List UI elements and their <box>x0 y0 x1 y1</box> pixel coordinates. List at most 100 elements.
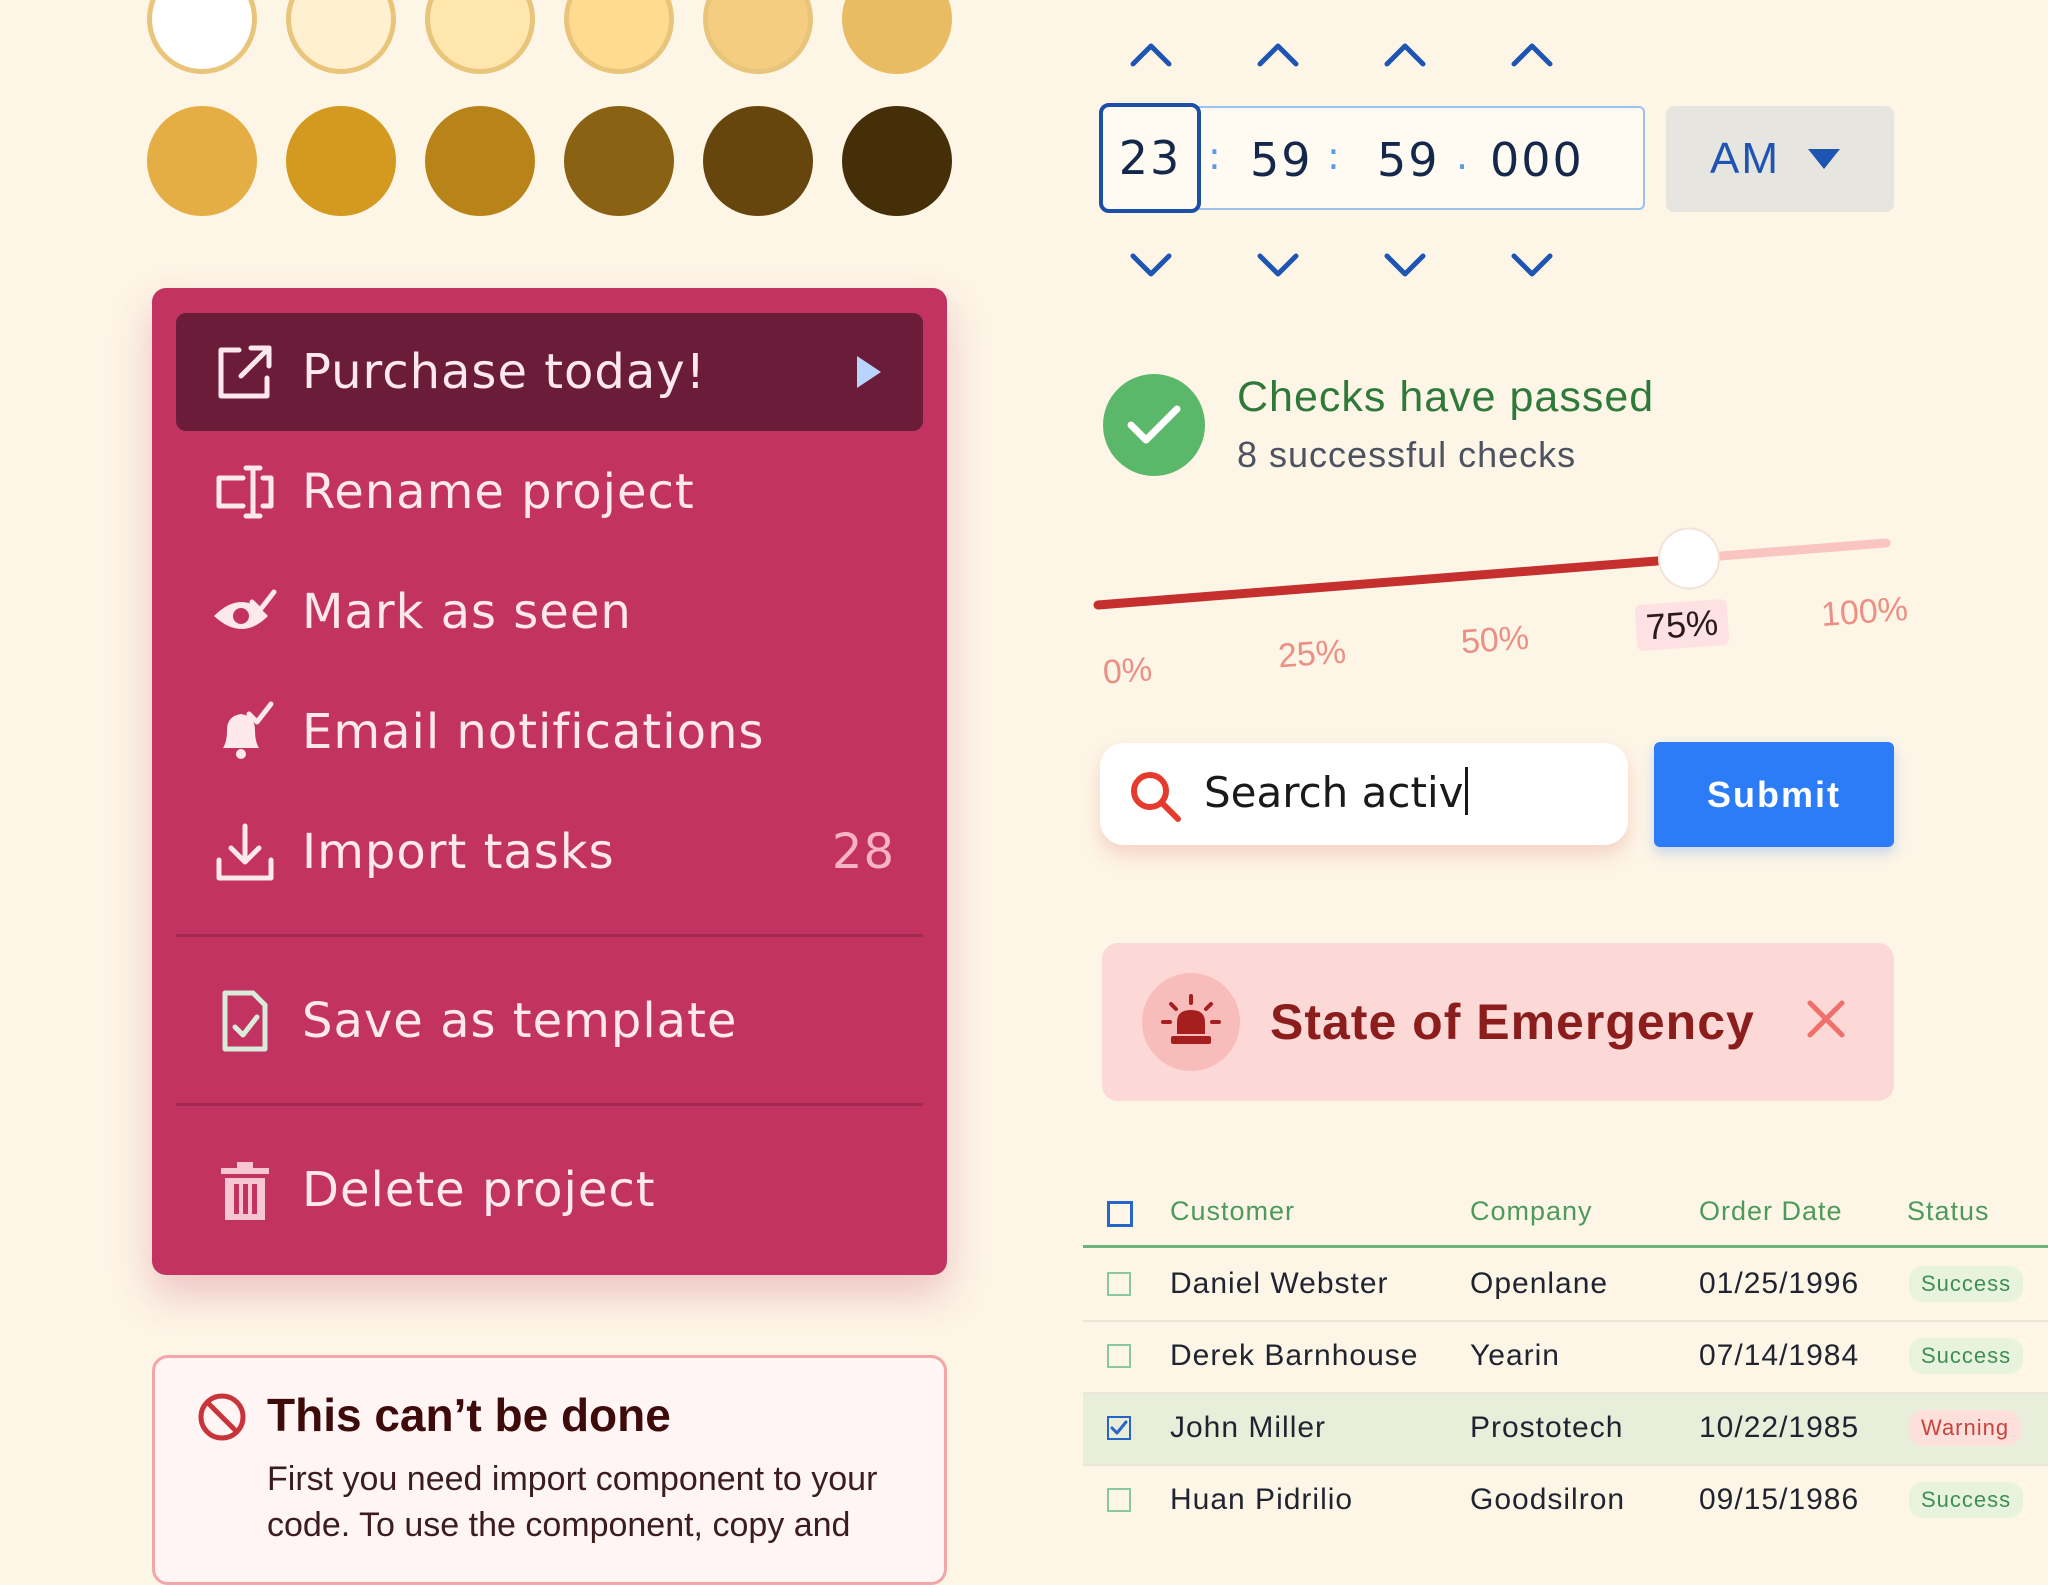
eye-check-icon <box>210 577 280 647</box>
column-header-status[interactable]: Status <box>1907 1196 1990 1227</box>
menu-item-label: Delete project <box>302 1162 656 1218</box>
swatch-10[interactable] <box>564 106 674 216</box>
company-cell: Yearin <box>1470 1339 1560 1372</box>
minute-up-arrow-icon[interactable] <box>1248 30 1308 80</box>
row-checkbox[interactable] <box>1107 1272 1131 1296</box>
menu-item-label: Mark as seen <box>302 584 632 640</box>
text-caret <box>1465 767 1469 815</box>
minute-field[interactable]: 59 <box>1250 133 1313 187</box>
search-field-text: Search activ <box>1204 767 1469 817</box>
minute-down-arrow-icon[interactable] <box>1248 240 1308 290</box>
menu-divider <box>176 1103 923 1106</box>
menu-item-delete-project[interactable]: Delete project <box>176 1131 923 1249</box>
company-cell: Openlane <box>1470 1267 1609 1300</box>
menu-item-mark-seen[interactable]: Mark as seen <box>176 553 923 671</box>
row-checkbox[interactable] <box>1107 1488 1131 1512</box>
column-header-order-date[interactable]: Order Date <box>1699 1196 1843 1227</box>
menu-item-rename[interactable]: Rename project <box>176 433 923 551</box>
table-row-selected[interactable]: John Miller Prostotech 10/22/1985 Warnin… <box>1083 1394 2048 1466</box>
context-menu: Purchase today! Rename project Mark as s… <box>152 288 947 1275</box>
emergency-alert: State of Emergency <box>1102 943 1894 1101</box>
swatch-11[interactable] <box>703 106 813 216</box>
row-checkbox-checked[interactable] <box>1107 1416 1131 1440</box>
swatch-4[interactable] <box>564 0 674 74</box>
swatch-9[interactable] <box>425 106 535 216</box>
swatch-12[interactable] <box>842 106 952 216</box>
hour-down-arrow-icon[interactable] <box>1121 240 1181 290</box>
swatch-5[interactable] <box>703 0 813 74</box>
customer-cell: Daniel Webster <box>1170 1267 1389 1300</box>
slider-label-75: 75% <box>1644 601 1720 648</box>
status-badge: Success <box>1909 1482 2024 1518</box>
am-pm-select[interactable]: AM <box>1666 106 1894 212</box>
slider-handle[interactable] <box>1658 527 1720 590</box>
search-icon <box>1128 769 1184 830</box>
file-check-icon <box>210 986 280 1056</box>
table-row[interactable]: Huan Pidrilio Goodsilron 09/15/1986 Succ… <box>1083 1466 2048 1538</box>
menu-item-label: Email notifications <box>302 704 765 760</box>
millisecond-up-arrow-icon[interactable] <box>1502 30 1562 80</box>
checks-subtitle: 8 successful checks <box>1237 434 1577 475</box>
task-count: 28 <box>831 824 895 880</box>
customer-cell: Derek Barnhouse <box>1170 1339 1419 1372</box>
slider-value-bubble: 75% <box>1634 598 1730 652</box>
error-title: This can’t be done <box>267 1389 671 1441</box>
slider-label-50: 50% <box>1459 618 1531 662</box>
swatch-3[interactable] <box>425 0 535 74</box>
menu-item-label: Rename project <box>302 464 695 520</box>
status-badge: Success <box>1909 1338 2024 1374</box>
menu-item-label: Save as template <box>302 993 738 1049</box>
menu-item-save-template[interactable]: Save as template <box>176 962 923 1080</box>
caret-down-icon <box>1806 147 1842 171</box>
customer-cell: John Miller <box>1170 1411 1327 1444</box>
second-field[interactable]: 59 <box>1377 133 1440 187</box>
second-up-arrow-icon[interactable] <box>1375 30 1435 80</box>
company-cell: Prostotech <box>1470 1411 1624 1444</box>
download-icon <box>210 817 280 887</box>
row-checkbox[interactable] <box>1107 1344 1131 1368</box>
order-date-cell: 07/14/1984 <box>1699 1339 1860 1372</box>
checks-title: Checks have passed <box>1237 373 1655 421</box>
menu-divider <box>176 934 923 937</box>
header-divider <box>1083 1245 2048 1248</box>
status-badge: Warning <box>1909 1410 2022 1446</box>
swatch-1[interactable] <box>147 0 257 74</box>
column-header-customer[interactable]: Customer <box>1170 1196 1295 1227</box>
slider-label-25: 25% <box>1276 632 1348 676</box>
select-all-checkbox[interactable] <box>1107 1201 1133 1227</box>
alert-title: State of Emergency <box>1270 994 1755 1050</box>
hour-field[interactable]: 23 <box>1099 103 1201 213</box>
column-header-company[interactable]: Company <box>1470 1196 1593 1227</box>
swatch-7[interactable] <box>147 106 257 216</box>
customer-cell: Huan Pidrilio <box>1170 1483 1354 1516</box>
checkmark-icon <box>1110 1420 1128 1435</box>
second-down-arrow-icon[interactable] <box>1375 240 1435 290</box>
menu-item-import-tasks[interactable]: Import tasks 28 <box>176 793 923 911</box>
search-value: Search activ <box>1204 768 1464 817</box>
swatch-6[interactable] <box>842 0 952 74</box>
prohibited-icon <box>197 1392 247 1447</box>
trash-icon <box>210 1155 280 1225</box>
table-row[interactable]: Daniel Webster Openlane 01/25/1996 Succe… <box>1083 1250 2048 1322</box>
submit-button[interactable]: Submit <box>1654 742 1894 847</box>
close-icon[interactable] <box>1802 995 1850 1043</box>
external-link-icon <box>210 337 280 407</box>
hour-up-arrow-icon[interactable] <box>1121 30 1181 80</box>
millisecond-field[interactable]: 000 <box>1490 133 1584 187</box>
bell-check-icon <box>210 697 280 767</box>
status-badge: Success <box>1909 1266 2024 1302</box>
swatch-2[interactable] <box>286 0 396 74</box>
time-separator: : <box>1327 134 1340 178</box>
menu-item-email-notifications[interactable]: Email notifications <box>176 673 923 791</box>
slider-label-0: 0% <box>1101 650 1154 692</box>
millisecond-down-arrow-icon[interactable] <box>1502 240 1562 290</box>
swatch-8[interactable] <box>286 106 396 216</box>
menu-item-purchase[interactable]: Purchase today! <box>176 313 923 431</box>
search-input[interactable]: Search activ <box>1100 743 1628 845</box>
table-row[interactable]: Derek Barnhouse Yearin 07/14/1984 Succes… <box>1083 1322 2048 1394</box>
order-date-cell: 01/25/1996 <box>1699 1267 1860 1300</box>
order-date-cell: 09/15/1986 <box>1699 1483 1860 1516</box>
menu-item-label: Import tasks <box>302 824 615 880</box>
check-icon <box>1103 374 1205 476</box>
company-cell: Goodsilron <box>1470 1483 1626 1516</box>
